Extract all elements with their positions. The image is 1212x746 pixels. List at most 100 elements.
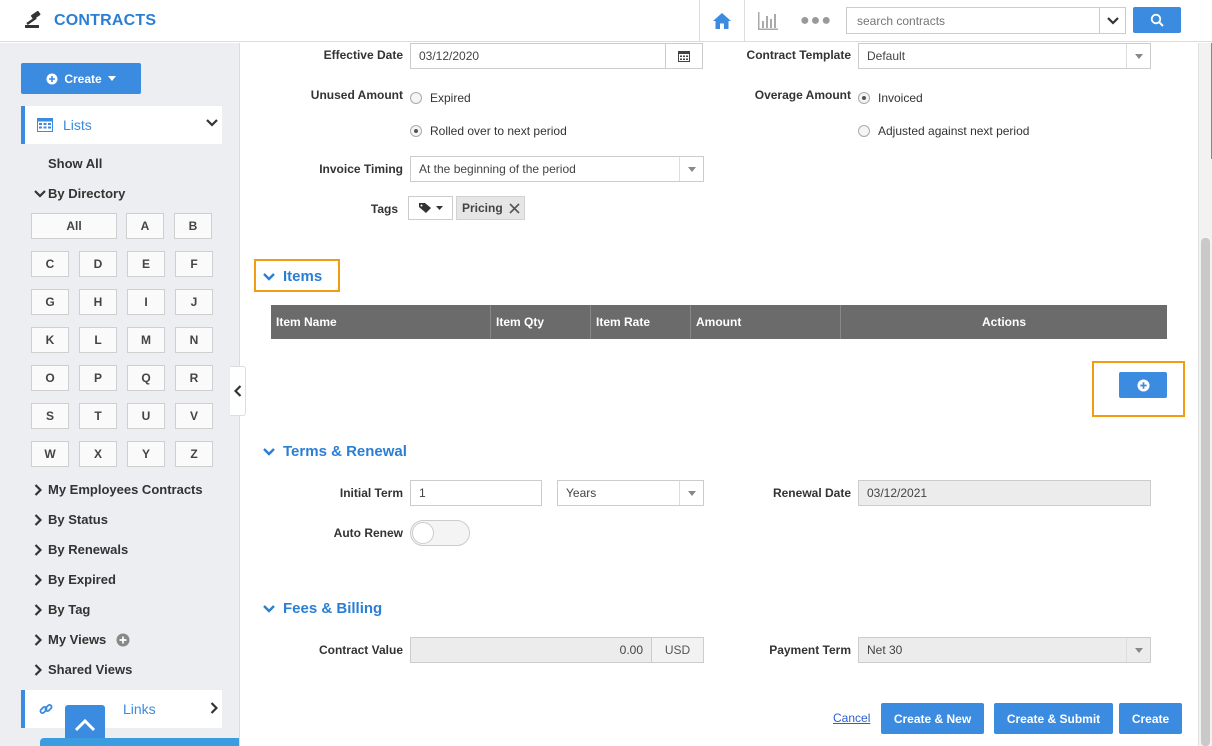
chevron-down-icon xyxy=(34,189,46,198)
effective-date-label: Effective Date xyxy=(323,48,403,62)
auto-renew-label: Auto Renew xyxy=(333,526,403,540)
initial-term-input[interactable]: 1 xyxy=(410,480,542,506)
directory-letter-a[interactable]: A xyxy=(126,213,164,239)
directory-letter-k[interactable]: K xyxy=(31,327,69,353)
sidebar: Create Lists Show All By Directory All A B… xyxy=(0,43,240,746)
unused-amount-option-expired[interactable]: Expired xyxy=(410,91,471,105)
directory-letter-u[interactable]: U xyxy=(127,403,165,429)
initial-term-unit-value: Years xyxy=(566,486,597,500)
close-icon[interactable] xyxy=(509,202,520,214)
search-filter-dropdown[interactable] xyxy=(1099,7,1126,34)
directory-letter-h[interactable]: H xyxy=(79,289,117,315)
payment-term-select[interactable]: Net 30 xyxy=(858,637,1151,663)
sidebar-link-my-employees-contracts[interactable]: My Employees Contracts xyxy=(34,482,203,497)
directory-letter-t[interactable]: T xyxy=(79,403,117,429)
directory-letter-x[interactable]: X xyxy=(79,441,117,467)
radio-button[interactable] xyxy=(410,92,422,104)
plus-circle-icon xyxy=(1137,379,1149,391)
radio-button[interactable] xyxy=(858,92,870,104)
quick-links-panel-header[interactable]: Links xyxy=(21,690,222,728)
overage-amount-option-invoiced[interactable]: Invoiced xyxy=(858,91,923,105)
sidebar-link-by-renewals[interactable]: By Renewals xyxy=(34,542,128,557)
home-button[interactable] xyxy=(700,0,744,42)
fees-section-toggle[interactable]: Fees & Billing xyxy=(263,600,382,617)
contract-template-select[interactable]: Default xyxy=(858,43,1151,69)
directory-letter-j[interactable]: J xyxy=(175,289,213,315)
directory-letter-c[interactable]: C xyxy=(31,251,69,277)
directory-letter-q[interactable]: Q xyxy=(127,365,165,391)
radio-button[interactable] xyxy=(410,125,422,137)
directory-letter-w[interactable]: W xyxy=(31,441,69,467)
reports-button[interactable] xyxy=(752,0,784,42)
lists-panel-header[interactable]: Lists xyxy=(21,106,222,144)
directory-letter-all[interactable]: All xyxy=(31,213,117,239)
initial-term-unit-select[interactable]: Years xyxy=(557,480,704,506)
contract-value-input: 0.00 xyxy=(410,637,652,663)
directory-letter-v[interactable]: V xyxy=(175,403,213,429)
add-view-icon[interactable] xyxy=(116,633,130,647)
directory-letter-z[interactable]: Z xyxy=(175,441,213,467)
tag-chip-pricing: Pricing xyxy=(456,196,525,220)
cancel-link[interactable]: Cancel xyxy=(833,711,870,725)
directory-letter-s[interactable]: S xyxy=(31,403,69,429)
overage-amount-option-adjusted[interactable]: Adjusted against next period xyxy=(858,124,1029,138)
column-header-amount[interactable]: Amount xyxy=(691,305,841,339)
directory-letter-f[interactable]: F xyxy=(175,251,213,277)
payment-term-label: Payment Term xyxy=(769,643,851,657)
invoice-timing-select[interactable]: At the beginning of the period xyxy=(410,156,704,182)
directory-letter-r[interactable]: R xyxy=(175,365,213,391)
sidebar-link-by-tag[interactable]: By Tag xyxy=(34,602,90,617)
directory-letter-b[interactable]: B xyxy=(174,213,212,239)
create-and-new-button[interactable]: Create & New xyxy=(881,703,984,734)
by-directory-toggle[interactable]: By Directory xyxy=(34,186,125,201)
search-input[interactable] xyxy=(846,7,1100,34)
directory-letter-e[interactable]: E xyxy=(127,251,165,277)
effective-date-input[interactable]: 03/12/2020 xyxy=(410,43,703,69)
invoice-timing-label: Invoice Timing xyxy=(319,162,403,176)
search-button[interactable] xyxy=(1133,7,1181,33)
directory-letter-y[interactable]: Y xyxy=(127,441,165,467)
create-submit-button[interactable]: Create xyxy=(1119,703,1182,734)
unused-amount-option-rolled-over[interactable]: Rolled over to next period xyxy=(410,124,567,138)
caret-down-icon xyxy=(1126,44,1150,68)
tag-picker-button[interactable] xyxy=(408,196,453,220)
sidebar-link-shared-views[interactable]: Shared Views xyxy=(34,662,132,677)
show-all-link[interactable]: Show All xyxy=(48,156,102,171)
terms-section-toggle[interactable]: Terms & Renewal xyxy=(263,443,407,460)
radio-label: Adjusted against next period xyxy=(878,124,1030,138)
sidebar-link-by-expired[interactable]: By Expired xyxy=(34,572,116,587)
search-icon xyxy=(1150,13,1164,27)
column-header-item-name[interactable]: Item Name xyxy=(271,305,491,339)
contract-form: Effective Date 03/12/2020 Contract Templ… xyxy=(241,43,1198,746)
sidebar-link-my-views[interactable]: My Views xyxy=(34,632,130,647)
directory-letter-o[interactable]: O xyxy=(31,365,69,391)
chevron-down-icon xyxy=(263,447,275,456)
column-header-item-qty[interactable]: Item Qty xyxy=(491,305,591,339)
column-header-item-rate[interactable]: Item Rate xyxy=(591,305,691,339)
auto-renew-toggle[interactable] xyxy=(410,520,470,546)
directory-letter-d[interactable]: D xyxy=(79,251,117,277)
create-button[interactable]: Create xyxy=(21,63,141,94)
caret-down-icon xyxy=(679,157,703,181)
create-and-submit-button[interactable]: Create & Submit xyxy=(994,703,1113,734)
scroll-thumb[interactable] xyxy=(1201,238,1210,746)
more-icon[interactable]: ●●● xyxy=(798,0,834,42)
date-picker-button[interactable] xyxy=(665,44,702,68)
page-scrollbar[interactable] xyxy=(1198,43,1212,746)
items-section-toggle[interactable]: Items xyxy=(263,268,322,285)
chevron-right-icon xyxy=(210,702,218,714)
plus-circle-icon xyxy=(46,73,58,84)
directory-letter-g[interactable]: G xyxy=(31,289,69,315)
radio-label: Invoiced xyxy=(878,91,923,105)
brand[interactable]: CONTRACTS xyxy=(24,0,156,42)
directory-letter-n[interactable]: N xyxy=(175,327,213,353)
sidebar-link-by-status[interactable]: By Status xyxy=(34,512,108,527)
directory-letter-l[interactable]: L xyxy=(79,327,117,353)
create-button-label: Create xyxy=(64,71,102,86)
directory-letter-i[interactable]: I xyxy=(127,289,165,315)
caret-down-icon xyxy=(107,76,116,81)
radio-button[interactable] xyxy=(858,125,870,137)
add-item-button[interactable] xyxy=(1119,372,1167,398)
directory-letter-m[interactable]: M xyxy=(127,327,165,353)
directory-letter-p[interactable]: P xyxy=(79,365,117,391)
